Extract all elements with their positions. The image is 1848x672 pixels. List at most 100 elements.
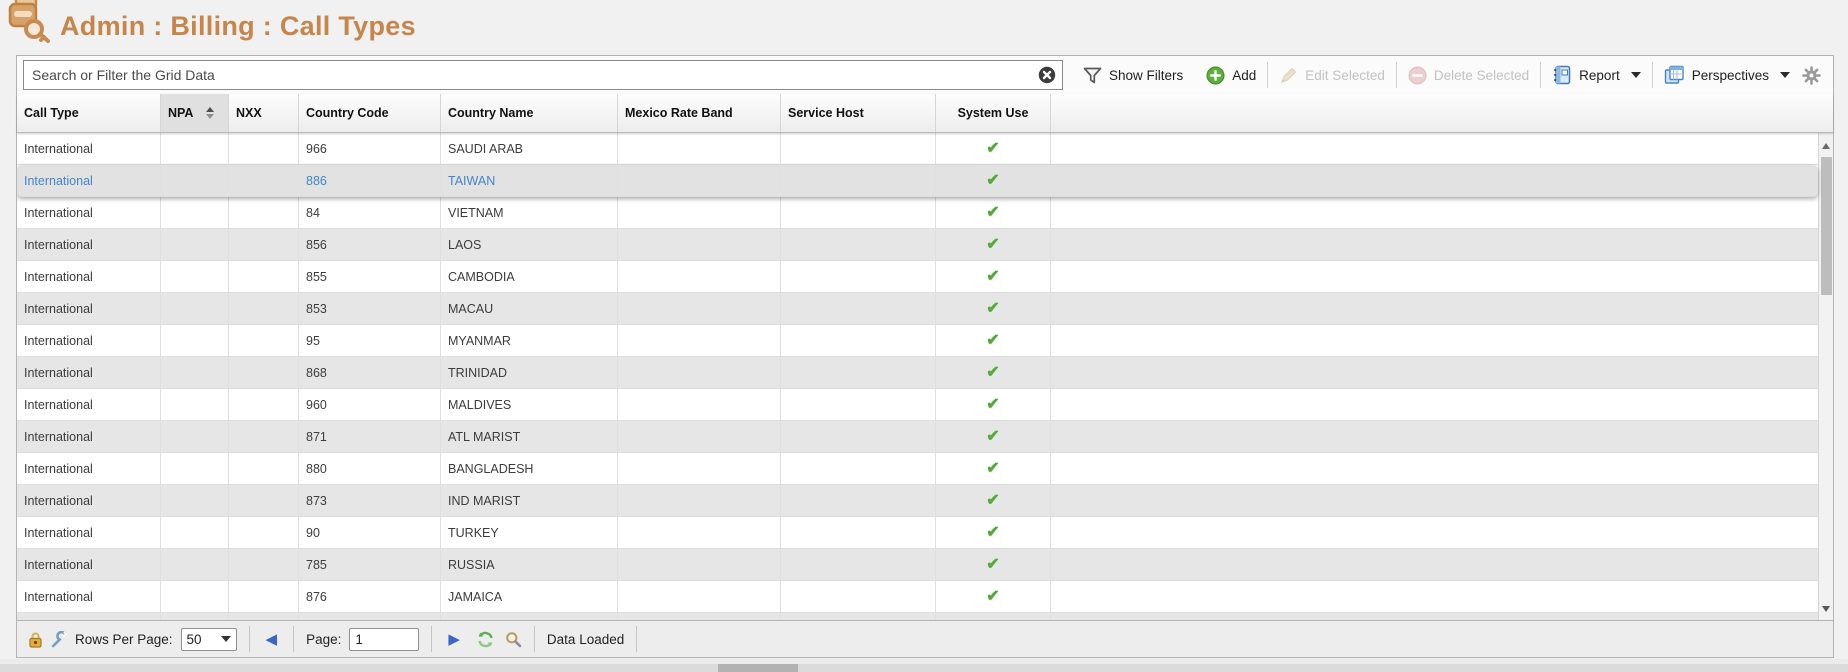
table-row[interactable]: International855CAMBODIA✔: [17, 261, 1818, 293]
cell-call_type[interactable]: International: [17, 357, 161, 388]
cell-mexico_rate_band[interactable]: [618, 325, 781, 356]
cell-country_code[interactable]: 876: [299, 581, 441, 612]
cell-service_host[interactable]: [781, 261, 936, 292]
cell-country_name[interactable]: TRINIDAD: [441, 357, 618, 388]
cell-npa[interactable]: [161, 581, 229, 612]
cell-mexico_rate_band[interactable]: [618, 133, 781, 164]
cell-mexico_rate_band[interactable]: [618, 613, 781, 620]
cell-country_name[interactable]: ATL MARIST: [441, 421, 618, 452]
table-row[interactable]: International871ATL MARIST✔: [17, 421, 1818, 453]
col-header-mexico_rate_band[interactable]: Mexico Rate Band: [618, 94, 781, 132]
cell-country_name[interactable]: IND MARIST: [441, 485, 618, 516]
cell-mexico_rate_band[interactable]: [618, 229, 781, 260]
cell-call_type[interactable]: International: [17, 133, 161, 164]
cell-service_host[interactable]: [781, 293, 936, 324]
cell-service_host[interactable]: [781, 517, 936, 548]
table-row[interactable]: International90TURKEY✔: [17, 517, 1818, 549]
cell-call_type[interactable]: International: [17, 613, 161, 620]
cell-mexico_rate_band[interactable]: [618, 421, 781, 452]
cell-country_code[interactable]: 880: [299, 453, 441, 484]
cell-country_name[interactable]: SAUDI ARAB: [441, 133, 618, 164]
cell-nxx[interactable]: [229, 197, 299, 228]
table-row[interactable]: International876JAMAICA✔: [17, 581, 1818, 613]
cell-mexico_rate_band[interactable]: [618, 581, 781, 612]
vertical-scrollbar[interactable]: [1818, 133, 1833, 620]
table-row[interactable]: International785RUSSIA✔: [17, 549, 1818, 581]
cell-country_code[interactable]: 960: [299, 389, 441, 420]
cell-system_use[interactable]: ✔: [936, 485, 1051, 516]
table-row[interactable]: International853MACAU✔: [17, 293, 1818, 325]
cell-service_host[interactable]: [781, 485, 936, 516]
cell-service_host[interactable]: [781, 421, 936, 452]
cell-nxx[interactable]: [229, 165, 299, 196]
col-header-service_host[interactable]: Service Host: [781, 94, 936, 132]
wrench-icon[interactable]: [50, 631, 67, 648]
table-row[interactable]: International964IRAQ✔: [17, 613, 1818, 620]
cell-country_name[interactable]: CAMBODIA: [441, 261, 618, 292]
cell-country_name[interactable]: MACAU: [441, 293, 618, 324]
cell-country_code[interactable]: 856: [299, 229, 441, 260]
settings-button[interactable]: [1794, 66, 1825, 85]
cell-service_host[interactable]: [781, 613, 936, 620]
cell-country_code[interactable]: 853: [299, 293, 441, 324]
cell-country_name[interactable]: RUSSIA: [441, 549, 618, 580]
cell-nxx[interactable]: [229, 261, 299, 292]
cell-npa[interactable]: [161, 261, 229, 292]
cell-call_type[interactable]: International: [17, 325, 161, 356]
cell-service_host[interactable]: [781, 549, 936, 580]
cell-country_code[interactable]: 966: [299, 133, 441, 164]
horizontal-scrollbar-thumb[interactable]: [718, 664, 798, 672]
cell-mexico_rate_band[interactable]: [618, 293, 781, 324]
cell-npa[interactable]: [161, 165, 229, 196]
cell-call_type[interactable]: International: [17, 581, 161, 612]
padlock-icon[interactable]: [27, 631, 44, 648]
page-number-input[interactable]: [349, 628, 419, 651]
cell-call_type[interactable]: International: [17, 517, 161, 548]
table-row[interactable]: International856LAOS✔: [17, 229, 1818, 261]
cell-country_code[interactable]: 871: [299, 421, 441, 452]
cell-system_use[interactable]: ✔: [936, 453, 1051, 484]
sort-icons[interactable]: [206, 107, 214, 119]
cell-country_name[interactable]: MYANMAR: [441, 325, 618, 356]
table-row[interactable]: International95MYANMAR✔: [17, 325, 1818, 357]
cell-nxx[interactable]: [229, 357, 299, 388]
table-row[interactable]: International880BANGLADESH✔: [17, 453, 1818, 485]
cell-npa[interactable]: [161, 389, 229, 420]
rows-per-page-select[interactable]: 50: [181, 628, 237, 651]
cell-service_host[interactable]: [781, 197, 936, 228]
cell-system_use[interactable]: ✔: [936, 229, 1051, 260]
show-filters-button[interactable]: Show Filters: [1079, 67, 1187, 84]
cell-country_name[interactable]: BANGLADESH: [441, 453, 618, 484]
table-row[interactable]: International 966SAUDI ARAB ✔: [17, 133, 1818, 165]
cell-country_name[interactable]: TAIWAN: [441, 165, 618, 196]
cell-system_use[interactable]: ✔: [936, 613, 1051, 620]
cell-nxx[interactable]: [229, 549, 299, 580]
cell-service_host[interactable]: [781, 325, 936, 356]
cell-system_use[interactable]: ✔: [936, 549, 1051, 580]
cell-call_type[interactable]: International: [17, 293, 161, 324]
cell-nxx[interactable]: [229, 389, 299, 420]
cell-nxx[interactable]: [229, 485, 299, 516]
cell-system_use[interactable]: ✔: [936, 325, 1051, 356]
refresh-icon[interactable]: [476, 630, 495, 649]
cell-country_name[interactable]: JAMAICA: [441, 581, 618, 612]
cell-country_name[interactable]: VIETNAM: [441, 197, 618, 228]
cell-service_host[interactable]: [781, 581, 936, 612]
cell-npa[interactable]: [161, 453, 229, 484]
cell-country_name[interactable]: MALDIVES: [441, 389, 618, 420]
cell-nxx[interactable]: [229, 229, 299, 260]
cell-call_type[interactable]: International: [17, 165, 161, 196]
cell-system_use[interactable]: ✔: [936, 357, 1051, 388]
cell-npa[interactable]: [161, 421, 229, 452]
cell-system_use[interactable]: ✔: [936, 517, 1051, 548]
cell-nxx[interactable]: [229, 613, 299, 620]
cell-call_type[interactable]: International: [17, 389, 161, 420]
cell-service_host[interactable]: [781, 357, 936, 388]
cell-country_name[interactable]: IRAQ: [441, 613, 618, 620]
col-header-call_type[interactable]: Call Type: [17, 94, 161, 132]
previous-page-icon[interactable]: ◀: [262, 632, 282, 647]
cell-service_host[interactable]: [781, 229, 936, 260]
col-header-country_name[interactable]: Country Name: [441, 94, 618, 132]
cell-system_use[interactable]: ✔: [936, 133, 1051, 164]
scroll-down-icon[interactable]: [1822, 606, 1830, 612]
